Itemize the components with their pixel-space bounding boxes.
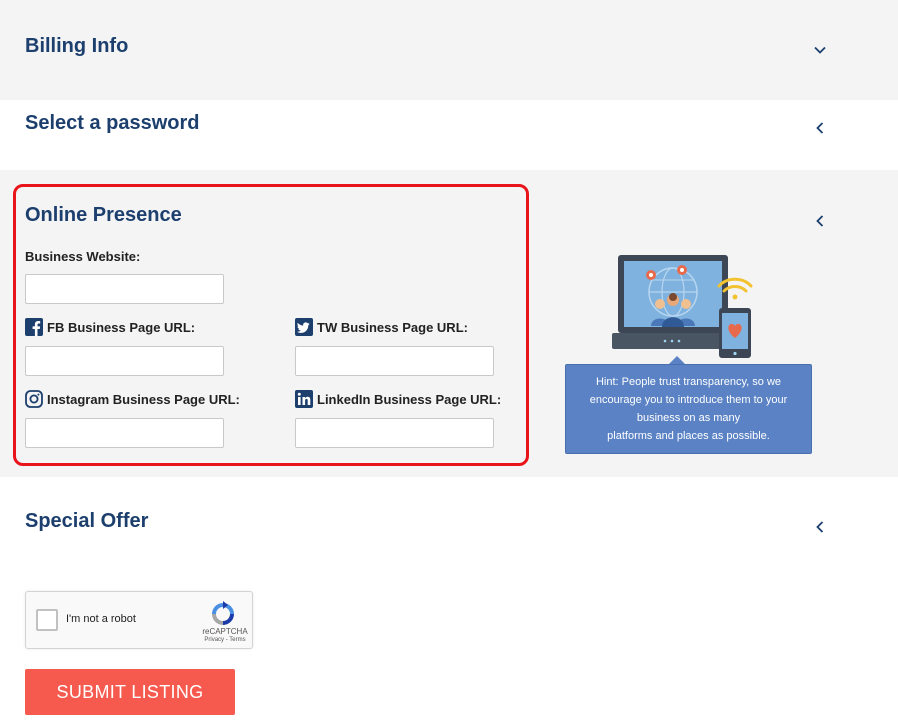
hint-line-4: platforms and places as possible. [607,430,770,442]
instagram-page-input[interactable] [25,418,224,448]
hint-line-2: encourage you to introduce them to your [589,394,788,406]
chevron-left-icon[interactable] [812,120,828,136]
recaptcha-checkbox[interactable] [36,609,58,631]
select-password-title[interactable]: Select a password [25,112,200,135]
special-offer-title[interactable]: Special Offer [25,510,148,533]
recaptcha-widget: I'm not a robot reCAPTCHA Privacy - Term… [25,591,253,649]
linkedin-page-label: LinkedIn Business Page URL: [295,390,501,408]
hint-line-1: Hint: People trust transparency, so we [595,376,782,388]
fb-page-label: FB Business Page URL: [25,318,195,336]
hint-line-3: business on as many [636,412,741,424]
linkedin-page-input[interactable] [295,418,494,448]
linkedin-icon [295,390,313,408]
tw-page-label: TW Business Page URL: [295,318,468,336]
business-website-label: Business Website: [25,249,141,264]
submit-listing-button[interactable]: SUBMIT LISTING [25,669,235,715]
twitter-icon [295,318,313,336]
recaptcha-icon [209,600,237,628]
select-password-section: Select a password [0,100,898,170]
billing-info-section: Billing Info [0,0,898,100]
facebook-icon [25,318,43,336]
instagram-icon [25,390,43,408]
recaptcha-brand: reCAPTCHA [202,627,248,636]
fb-page-input[interactable] [25,346,224,376]
recaptcha-terms[interactable]: Privacy - Terms [200,637,250,643]
chevron-left-icon[interactable] [812,519,828,535]
tw-page-input[interactable] [295,346,494,376]
business-website-input[interactable] [25,274,224,304]
chevron-left-icon[interactable] [812,213,828,229]
chevron-down-icon[interactable] [812,42,828,58]
recaptcha-label: I'm not a robot [66,613,136,625]
billing-info-title[interactable]: Billing Info [25,35,128,58]
instagram-page-label: Instagram Business Page URL: [25,390,240,408]
hint-box: Hint: People trust transparency, so we e… [565,364,812,454]
online-presence-illustration [612,252,758,360]
